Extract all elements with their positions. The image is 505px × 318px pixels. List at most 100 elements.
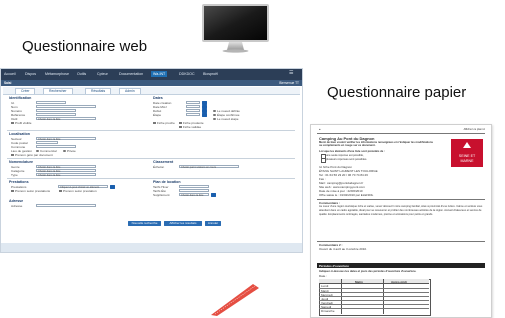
debut-field[interactable] <box>186 109 200 112</box>
identification-heading: Identification <box>9 96 32 100</box>
info-line: Tel : 01 64 56 23 20 / 06 70 74 84 26 <box>319 173 368 177</box>
calendar-icon[interactable] <box>202 108 207 113</box>
reference-field[interactable] <box>36 113 76 116</box>
commercial-radio[interactable] <box>36 149 39 152</box>
classement-heading: Classement <box>153 160 174 164</box>
fiche-proche-checkbox[interactable] <box>153 121 156 124</box>
nav-item-accueil[interactable]: Accueil <box>4 72 16 76</box>
red-diagonal-strip <box>211 284 259 316</box>
localisation-heading: Localisation <box>9 132 30 136</box>
nav-item-documentation[interactable]: Documentation <box>119 72 143 76</box>
option-radio[interactable] <box>213 113 216 116</box>
seine-et-marne-logo: SEINE ET MARNE <box>451 139 483 167</box>
nav-item-metamorphose[interactable]: Métamorphose <box>45 72 69 76</box>
option-radio[interactable] <box>213 109 216 112</box>
table-row-line <box>319 308 429 309</box>
genre-select[interactable]: Choisir dans la liste <box>36 165 96 169</box>
show-results-button[interactable]: Afficher les résultats <box>164 221 202 226</box>
date-creation-field[interactable] <box>186 101 200 104</box>
option-label: Le noeud étape <box>217 117 239 121</box>
numero-field[interactable] <box>36 109 76 112</box>
schedule-header-morning: Matin <box>355 279 363 284</box>
commune-field[interactable] <box>36 145 76 148</box>
adresse-field[interactable] <box>36 204 96 207</box>
fiche-validee-label: Fiche validée <box>183 125 202 129</box>
paper-lead: Merci de bien vouloir vérifier les infor… <box>319 141 433 147</box>
nav-item-dispos[interactable]: Dispos <box>25 72 36 76</box>
divider <box>7 178 295 179</box>
tab-admin[interactable]: Admin <box>119 88 141 94</box>
prestations-select[interactable]: Cliquez ci-pour choisir un élément <box>58 185 108 189</box>
outil-select[interactable]: Choisir dans la liste <box>36 117 96 121</box>
info-line: Offre saisie le : 01/02/2010 par ELENDIL <box>319 193 374 197</box>
profil-visible-checkbox[interactable] <box>11 121 14 124</box>
privee-radio[interactable] <box>63 149 66 152</box>
nom-field[interactable] <box>36 105 96 108</box>
supplement-select[interactable]: Choisir dans la liste <box>179 193 209 197</box>
user-icon[interactable]: ☰ <box>289 70 293 76</box>
paper-form-page: ● Affichez ce plan ici Camping Au Pont d… <box>310 124 492 318</box>
svg-text:SEINE ET: SEINE ET <box>459 154 476 158</box>
categorie-select[interactable]: Choisir dans la liste <box>36 169 96 173</box>
table-row-line <box>319 296 429 297</box>
tab-creer[interactable]: Créer <box>15 88 36 94</box>
etape-field[interactable] <box>186 113 200 116</box>
divider <box>317 241 485 242</box>
option-radio[interactable] <box>213 117 216 120</box>
table-row-line <box>319 304 429 305</box>
table-row-line <box>319 288 429 289</box>
page-marker: ● <box>319 128 321 131</box>
tarifs-hiver-field[interactable] <box>179 185 209 188</box>
type-label: Type <box>11 173 18 177</box>
fiche-prudente-checkbox[interactable] <box>179 121 182 124</box>
calendar-icon[interactable] <box>202 112 207 117</box>
label-paper-questionnaire: Questionnaire papier <box>327 84 467 101</box>
monitor-icon <box>202 4 269 53</box>
table-row-line <box>319 292 429 293</box>
calendar-icon[interactable] <box>202 100 207 105</box>
location-heading: Plan de location <box>153 180 181 184</box>
form-tabs: Créer Rechercher Résultats Admin <box>3 87 300 95</box>
code-postal-field[interactable] <box>36 141 58 144</box>
date-maj-field[interactable] <box>186 105 200 108</box>
tab-rechercher[interactable]: Rechercher <box>43 88 73 94</box>
add-icon[interactable] <box>211 192 216 197</box>
supplement-label: Supplément <box>153 193 170 197</box>
nav-item-ddkdoc[interactable]: DDKDOC <box>179 72 195 76</box>
add-icon[interactable] <box>110 184 115 189</box>
label-web-questionnaire: Questionnaire web <box>22 38 148 55</box>
privee-label: Privée <box>67 149 76 153</box>
page-subtitle: Saisi <box>4 81 12 85</box>
commentaire2-text: Ouvert du 4 avril au 3 octobre 2010. <box>319 247 367 251</box>
tab-resultats[interactable]: Résultats <box>85 88 112 94</box>
schedule-header-afternoon: Après-midi <box>391 279 407 284</box>
nav-item-biosproel[interactable]: Biosproël <box>203 72 218 76</box>
fiche-validee-checkbox[interactable] <box>179 125 182 128</box>
echelon-select[interactable]: Choisir parmi valeurs en cours <box>179 165 239 169</box>
app-top-nav: Accueil Dispos Métamorphose Outils Cpteu… <box>1 69 302 80</box>
id-field[interactable] <box>36 101 66 104</box>
nav-item-wa-int[interactable]: Wa-INT <box>151 70 168 77</box>
prenom-gere-checkbox[interactable] <box>11 153 14 156</box>
etape-label: Étape <box>153 113 162 117</box>
form-actions-band <box>1 243 302 252</box>
nav-item-outils[interactable]: Outils <box>77 72 86 76</box>
divider <box>7 158 295 159</box>
new-search-button[interactable]: Nouvelle recherche <box>128 221 161 226</box>
svg-text:MARNE: MARNE <box>461 159 475 163</box>
commentaire-text: Au coeur d'une région touristique riche … <box>319 205 483 216</box>
fiche-proche-label: Fiche proche <box>157 121 175 125</box>
cancel-button[interactable]: Annuler <box>205 221 221 226</box>
prenom-prestations-label: Prénom selon prestations <box>15 189 51 193</box>
user-greeting: Bienvenue TT <box>279 81 299 85</box>
prestations-heading: Prestations <box>9 180 29 184</box>
secteur-select[interactable]: Choisir dans la liste <box>36 137 96 141</box>
prenom-prestations-checkbox[interactable] <box>11 189 14 192</box>
divider <box>317 199 485 200</box>
nav-item-cpteur[interactable]: Cpteur <box>97 72 108 76</box>
type-select[interactable]: Choisir dans la liste <box>36 173 96 177</box>
tarifs-ete-field[interactable] <box>179 189 209 192</box>
table-row-line <box>319 300 429 301</box>
calendar-icon[interactable] <box>202 104 207 109</box>
prenom-prestation-checkbox[interactable] <box>59 189 62 192</box>
